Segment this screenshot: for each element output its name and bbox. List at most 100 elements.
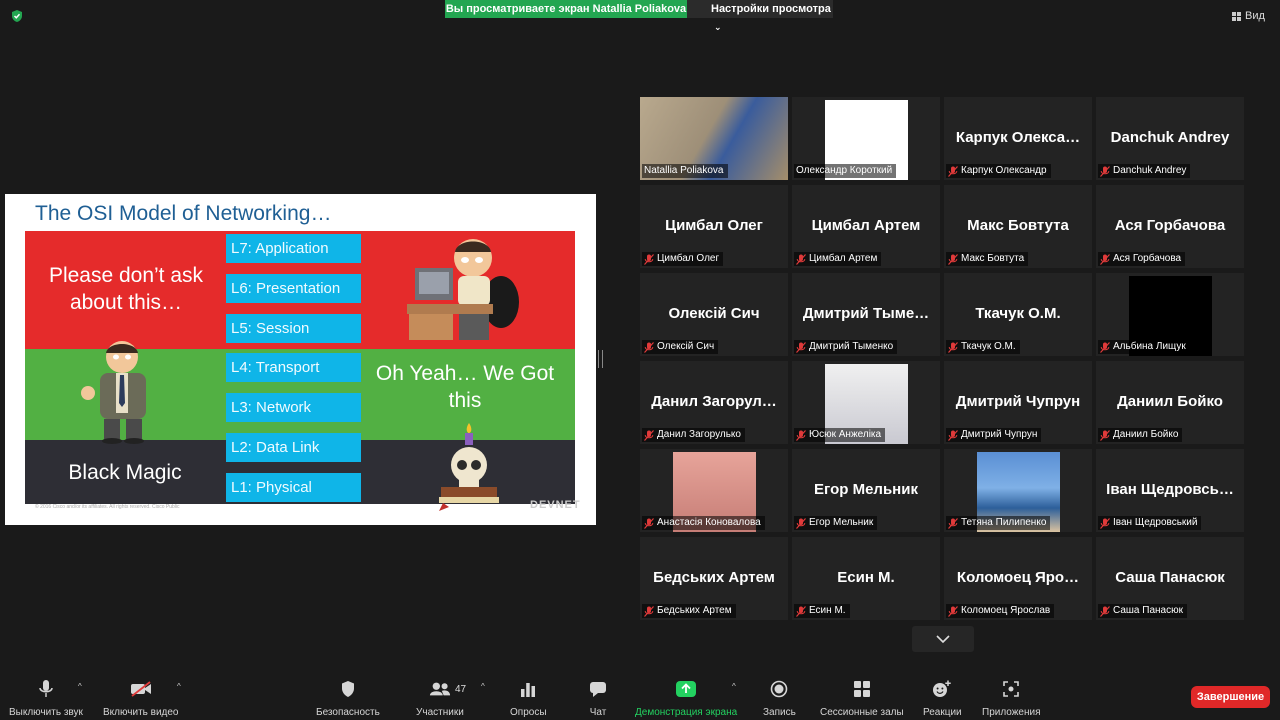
participant-display-name: Даниил Бойко [1117, 393, 1223, 410]
participant-label-text: Юсюк Анжеліка [809, 429, 882, 440]
participant-tile[interactable]: Карпук Олекса… Карпук Олександр [944, 97, 1092, 180]
participant-label-text: Natallia Poliakova [644, 165, 724, 176]
participant-tile[interactable]: Цимбал Олег Цимбал Олег [640, 185, 788, 268]
breakout-rooms-button[interactable]: Сессионные залы [820, 678, 904, 719]
participant-tile[interactable]: Danchuk Andrey Danchuk Andrey [1096, 97, 1244, 180]
participant-tile[interactable]: Макс Бовтута Макс Бовтута [944, 185, 1092, 268]
participants-options-caret-icon[interactable]: ^ [481, 682, 485, 691]
participant-label-text: Цимбал Олег [657, 253, 720, 264]
muted-mic-icon [1100, 165, 1110, 177]
participant-name-label: Саша Панасюк [1098, 604, 1187, 618]
next-page-button[interactable] [912, 626, 974, 652]
muted-mic-icon [796, 605, 806, 617]
participant-tile[interactable]: Юсюк Анжеліка [792, 361, 940, 444]
participants-icon [429, 678, 451, 700]
participant-tile[interactable]: Дмитрий Чупрун Дмитрий Чупрун [944, 361, 1092, 444]
view-settings-dropdown[interactable]: Настройки просмотра ⌄ [687, 0, 833, 32]
skull-candle-illustration [439, 423, 499, 511]
participant-tile[interactable]: Цимбал Артем Цимбал Артем [792, 185, 940, 268]
share-options-caret-icon[interactable]: ^ [732, 682, 736, 691]
participant-display-name: Саша Панасюк [1115, 569, 1225, 586]
apps-icon [1000, 678, 1022, 700]
participant-label-text: Дмитрий Чупрун [961, 429, 1038, 440]
thumbs-up-man-illustration [81, 341, 146, 444]
participant-tile[interactable]: Даниил Бойко Даниил Бойко [1096, 361, 1244, 444]
participant-tile[interactable]: Тетяна Пилипенко [944, 449, 1092, 532]
participant-tile[interactable]: Егор Мельник Егор Мельник [792, 449, 940, 532]
participant-tile[interactable]: Коломоец Яро… Коломоец Ярослав [944, 537, 1092, 620]
participant-name-label: Дмитрий Чупрун [946, 428, 1042, 442]
chat-button[interactable]: Чат [587, 678, 609, 719]
meeting-toolbar: Выключить звук ^ Включить видео ^ Безопа… [0, 672, 1280, 720]
participant-tile[interactable]: Альбина Лищук [1096, 273, 1244, 356]
participant-tile[interactable]: Олексій Сич Олексій Сич [640, 273, 788, 356]
participant-display-name: Егор Мельник [814, 481, 918, 498]
participant-tile[interactable]: Ткачук О.М. Ткачук О.М. [944, 273, 1092, 356]
participant-label-text: Олександр Короткий [796, 165, 893, 176]
participant-label-text: Карпук Олександр [961, 165, 1047, 176]
participant-tile[interactable]: Іван Щедровсь… Іван Щедровський [1096, 449, 1244, 532]
participant-tile[interactable]: Олександр Короткий [792, 97, 940, 180]
participant-label-text: Саша Панасюк [1113, 605, 1183, 616]
view-button[interactable]: Вид [1232, 6, 1278, 26]
participant-label-text: Даниил Бойко [1113, 429, 1179, 440]
record-icon [768, 678, 790, 700]
participant-name-label: Коломоец Ярослав [946, 604, 1055, 618]
breakout-rooms-label: Сессионные залы [820, 707, 904, 718]
participant-tile[interactable]: Natallia Poliakova [640, 97, 788, 180]
participant-display-name: Ткачук О.М. [975, 305, 1061, 322]
audio-options-caret-icon[interactable]: ^ [78, 682, 82, 691]
participant-name-label: Іван Щедровський [1098, 516, 1202, 530]
participant-label-text: Есин М. [809, 605, 846, 616]
participant-tile[interactable]: Ася Горбачова Ася Горбачова [1096, 185, 1244, 268]
participant-label-text: Danchuk Andrey [1113, 165, 1187, 176]
participant-display-name: Цимбал Артем [811, 217, 921, 234]
osi-layer-4: L4: Transport [226, 353, 361, 382]
record-button[interactable]: Запись [763, 678, 796, 719]
participant-tile[interactable]: Саша Панасюк Саша Панасюк [1096, 537, 1244, 620]
participant-display-name: Дмитрий Тыме… [802, 305, 930, 322]
apps-button[interactable]: Приложения [982, 678, 1041, 719]
participant-tile[interactable]: Бедських Артем Бедських Артем [640, 537, 788, 620]
participant-name-label: Ася Горбачова [1098, 252, 1186, 266]
slide-yeah-text: Oh Yeah… We Got this [375, 362, 555, 413]
participant-label-text: Цимбал Артем [809, 253, 878, 264]
security-button[interactable]: Безопасность [316, 678, 380, 719]
participant-display-name: Есин М. [837, 569, 895, 586]
start-video-button[interactable]: Включить видео [103, 678, 179, 719]
apps-label: Приложения [982, 707, 1041, 718]
participant-label-text: Олексій Сич [657, 341, 715, 352]
participant-tile[interactable]: Дмитрий Тыме… Дмитрий Тыменко [792, 273, 940, 356]
share-screen-button[interactable]: Демонстрация экрана [635, 678, 737, 719]
end-meeting-button[interactable]: Завершение [1191, 686, 1270, 708]
participant-tile[interactable]: Данил Загорул… Данил Загорулько [640, 361, 788, 444]
muted-mic-icon [1100, 517, 1110, 529]
participant-label-text: Іван Щедровський [1113, 517, 1198, 528]
participant-display-name: Данил Загорул… [651, 393, 777, 410]
security-shield-icon[interactable] [10, 9, 24, 23]
mute-button[interactable]: Выключить звук [9, 678, 83, 719]
computer-user-illustration [407, 239, 519, 340]
participant-display-name: Ася Горбачова [1114, 217, 1226, 234]
share-screen-icon [675, 678, 697, 700]
participant-name-label: Тетяна Пилипенко [946, 516, 1051, 530]
participant-tile[interactable]: Есин М. Есин М. [792, 537, 940, 620]
chat-label: Чат [589, 707, 607, 718]
polls-button[interactable]: Опросы [510, 678, 547, 719]
participant-name-label: Danchuk Andrey [1098, 164, 1191, 178]
start-video-label: Включить видео [103, 707, 179, 718]
reactions-button[interactable]: Реакции [923, 678, 962, 719]
muted-mic-icon [644, 341, 654, 353]
video-options-caret-icon[interactable]: ^ [177, 682, 181, 691]
slide-ask-text: Please don’t ask about this… [48, 264, 204, 315]
panel-splitter-handle[interactable] [598, 350, 603, 368]
participants-count: 47 [455, 684, 467, 695]
view-button-label: Вид [1245, 10, 1265, 22]
slide-title: The OSI Model of Networking… [35, 202, 332, 225]
participant-name-label: Дмитрий Тыменко [794, 340, 898, 354]
participant-name-label: Цимбал Артем [794, 252, 882, 266]
participant-name-label: Альбина Лищук [1098, 340, 1190, 354]
participant-tile[interactable]: Анастасія Коновалова [640, 449, 788, 532]
muted-mic-icon [948, 605, 958, 617]
participant-name-label: Олексій Сич [642, 340, 719, 354]
